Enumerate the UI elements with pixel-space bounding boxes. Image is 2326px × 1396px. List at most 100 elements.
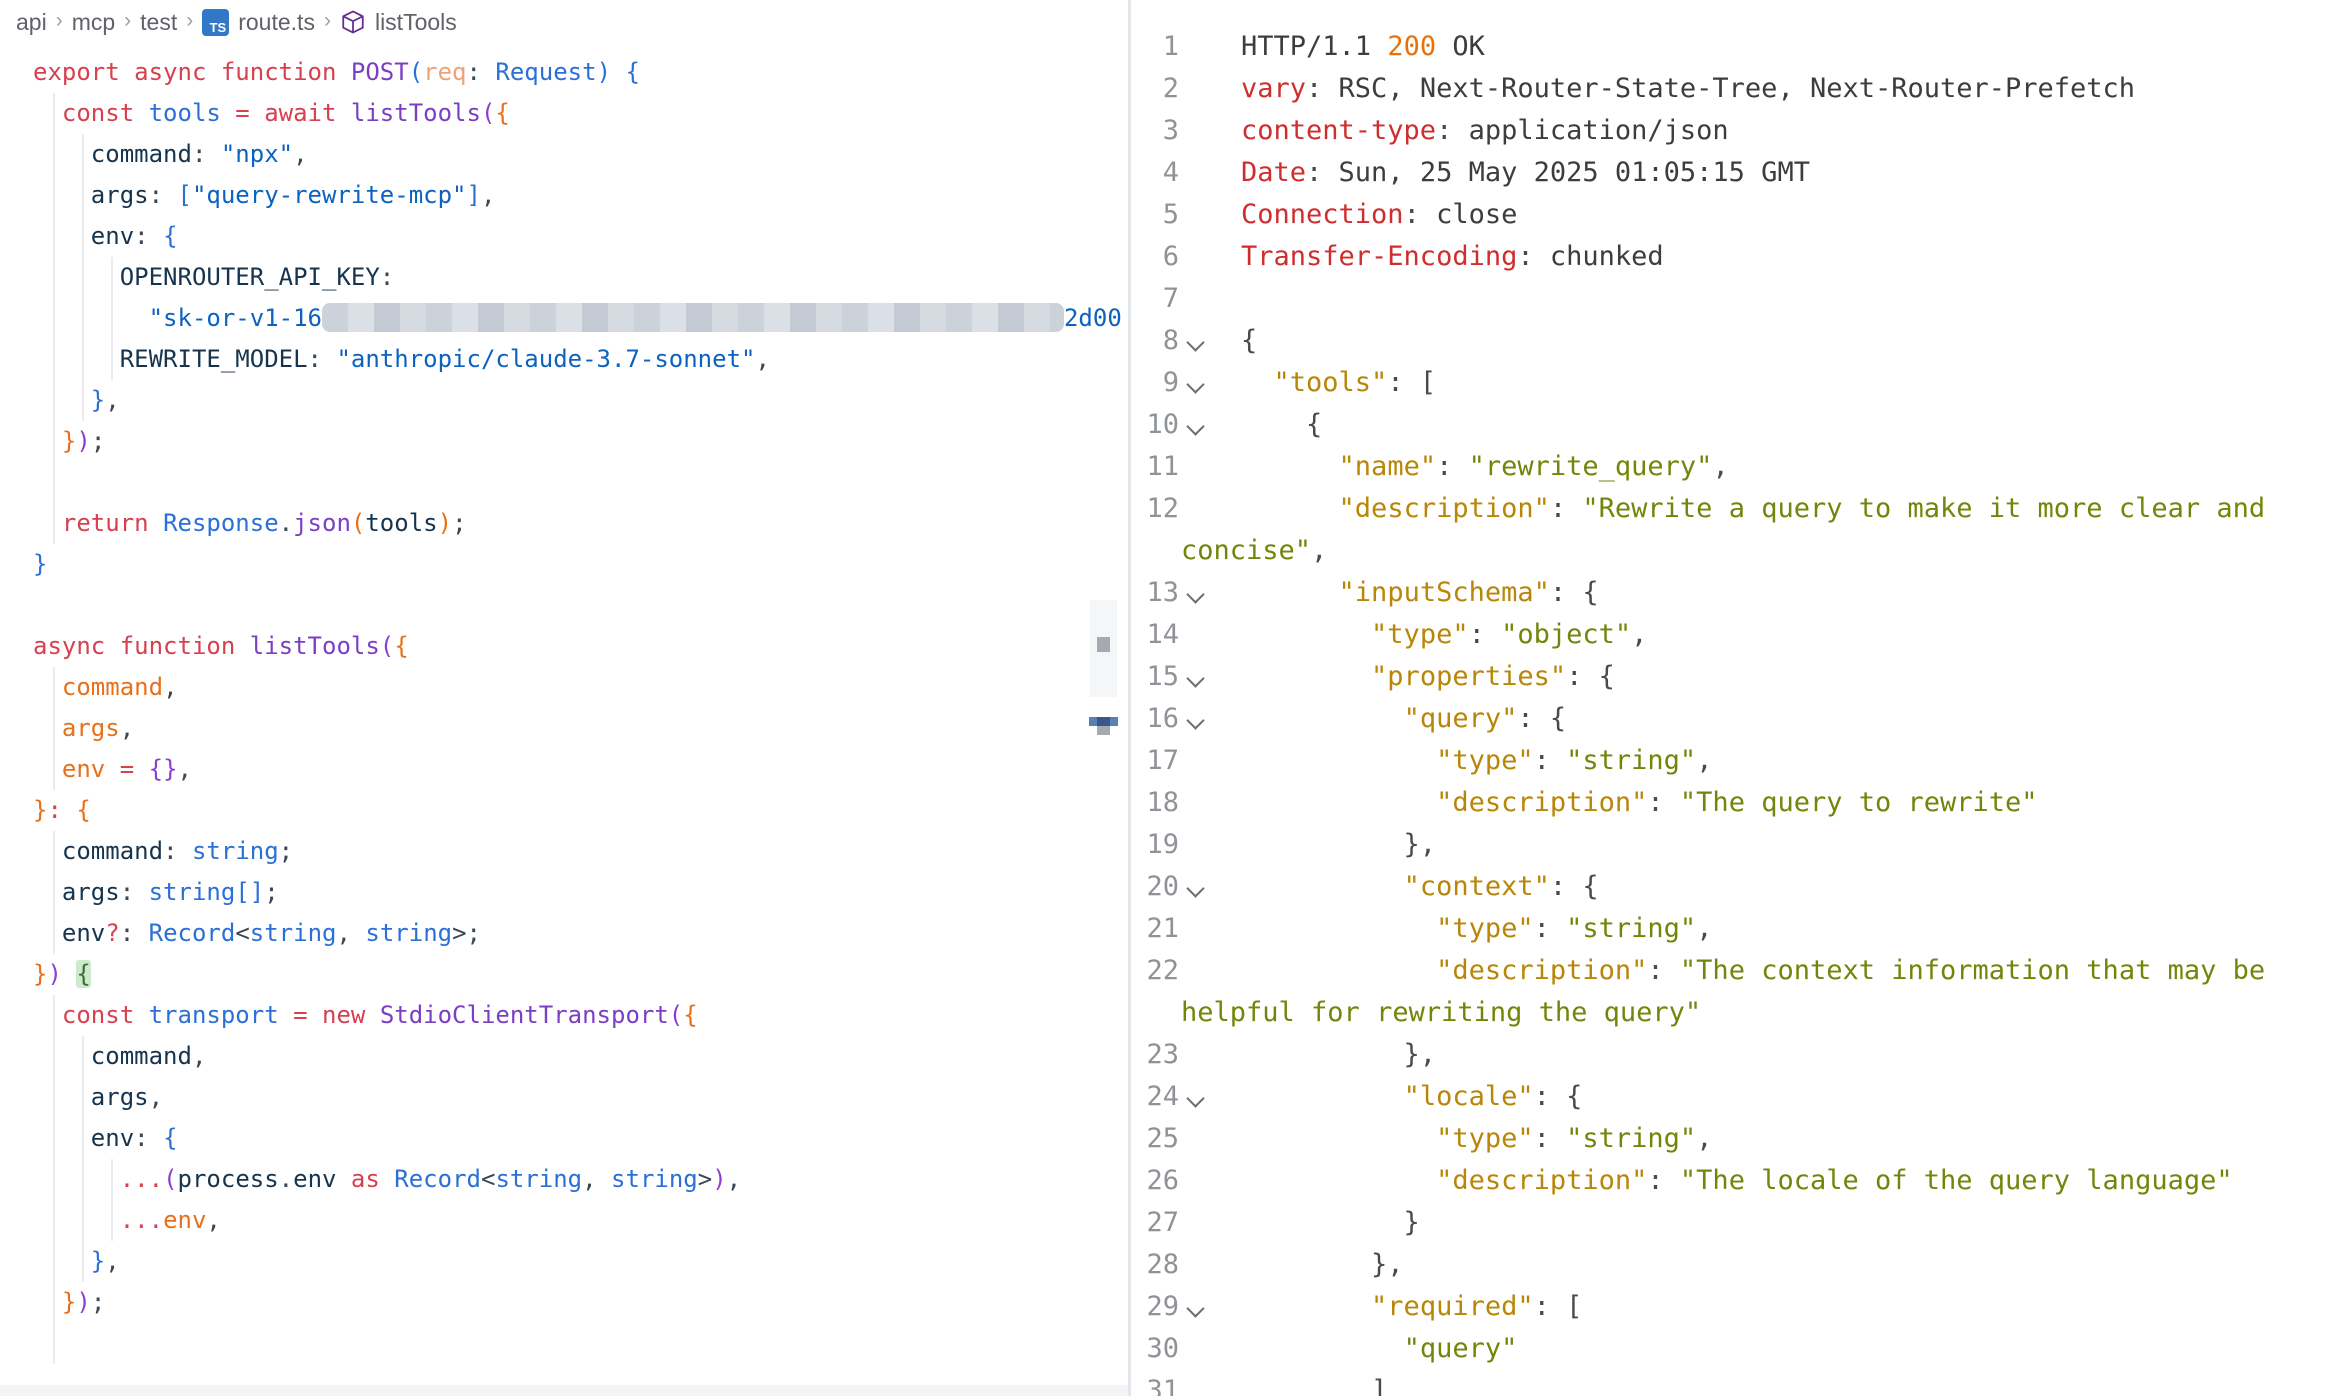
response-line-content: content-type: application/json [1241,110,2326,152]
code-line[interactable]: const transport = new StdioClientTranspo… [33,995,1128,1036]
code-editor[interactable]: export async function POST(req: Request)… [0,44,1128,1364]
indent-guide [82,298,84,339]
response-row: 1HTTP/1.1 200 OK [1131,26,2326,68]
indent-guide [53,339,55,380]
typescript-file-icon: TS [202,9,229,36]
code-line[interactable]: }, [33,380,1128,421]
code-line[interactable]: }: { [33,790,1128,831]
scrollbar-thumb[interactable] [1097,637,1110,652]
code-line[interactable]: }, [33,1241,1128,1282]
code-line[interactable]: args: string[]; [33,872,1128,913]
response-line-content: } [1241,1202,2326,1244]
response-line-content: vary: RSC, Next-Router-State-Tree, Next-… [1241,68,2326,110]
indent-guide [53,1200,55,1241]
fold-column [1179,488,1241,530]
breadcrumb-separator: › [56,9,63,33]
code-line[interactable] [33,585,1128,626]
redacted-api-key [322,303,1064,332]
breadcrumb-item-file[interactable]: route.ts [238,9,315,36]
indent-guide [53,462,55,503]
code-line[interactable]: env: { [33,216,1128,257]
code-line[interactable]: args: ["query-rewrite-mcp"], [33,175,1128,216]
fold-column [1179,908,1241,950]
response-line-content: "name": "rewrite_query", [1241,446,2326,488]
line-number: 15 [1131,656,1179,698]
response-row: 5Connection: close [1131,194,2326,236]
fold-column [1179,236,1241,278]
chevron-down-icon[interactable] [1186,333,1204,351]
line-number: 6 [1131,236,1179,278]
code-line[interactable]: args, [33,1077,1128,1118]
code-line[interactable]: OPENROUTER_API_KEY: [33,257,1128,298]
indent-guide [53,298,55,339]
response-line-content: ] [1241,1370,2326,1396]
response-row: 9 "tools": [ [1131,362,2326,404]
code-line[interactable]: export async function POST(req: Request)… [33,52,1128,93]
response-line-content: "tools": [ [1241,362,2326,404]
breadcrumb-item-test[interactable]: test [140,9,177,36]
code-line[interactable]: }) { [33,954,1128,995]
line-number: 17 [1131,740,1179,782]
breadcrumb-item-mcp[interactable]: mcp [72,9,115,36]
chevron-down-icon[interactable] [1186,417,1204,435]
indent-guide [53,175,55,216]
indent-guide [53,913,55,954]
fold-column [1179,1076,1241,1118]
chevron-down-icon[interactable] [1186,375,1204,393]
code-line[interactable]: return Response.json(tools); [33,503,1128,544]
chevron-down-icon[interactable] [1186,1089,1204,1107]
fold-column [1179,1244,1241,1286]
code-line[interactable]: ...(process.env as Record<string, string… [33,1159,1128,1200]
response-row: 11 "name": "rewrite_query", [1131,446,2326,488]
breadcrumb-item-symbol[interactable]: listTools [375,9,457,36]
code-line[interactable]: command: "npx", [33,134,1128,175]
code-line[interactable]: env: { [33,1118,1128,1159]
line-number: 14 [1131,614,1179,656]
scrollbar-cursor-marker-grip [1097,726,1110,735]
code-line[interactable]: REWRITE_MODEL: "anthropic/claude-3.7-son… [33,339,1128,380]
code-line[interactable] [33,462,1128,503]
horizontal-scrollbar[interactable] [0,1385,1128,1396]
fold-column [1179,194,1241,236]
breadcrumb-item-api[interactable]: api [16,9,47,36]
chevron-down-icon[interactable] [1186,711,1204,729]
code-line[interactable]: const tools = await listTools({ [33,93,1128,134]
code-line[interactable]: args, [33,708,1128,749]
chevron-down-icon[interactable] [1186,1299,1204,1317]
indent-guide [53,1118,55,1159]
response-line-content: HTTP/1.1 200 OK [1241,26,2326,68]
response-wrapped-line: helpful for rewriting the query" [1131,992,2326,1034]
code-line[interactable]: } [33,544,1128,585]
fold-column [1179,1286,1241,1328]
code-line[interactable]: command, [33,1036,1128,1077]
code-line[interactable]: command: string; [33,831,1128,872]
fold-column [1179,698,1241,740]
response-line-content: { [1241,320,2326,362]
fold-column [1179,656,1241,698]
chevron-down-icon[interactable] [1186,585,1204,603]
code-line[interactable]: async function listTools({ [33,626,1128,667]
code-line[interactable]: }); [33,421,1128,462]
chevron-down-icon[interactable] [1186,879,1204,897]
code-line[interactable] [33,1323,1128,1364]
fold-column [1179,1118,1241,1160]
chevron-down-icon[interactable] [1186,669,1204,687]
code-line[interactable]: env = {}, [33,749,1128,790]
response-row: 4Date: Sun, 25 May 2025 01:05:15 GMT [1131,152,2326,194]
code-line[interactable]: }); [33,1282,1128,1323]
line-number: 21 [1131,908,1179,950]
line-number: 18 [1131,782,1179,824]
code-line[interactable]: command, [33,667,1128,708]
code-line[interactable]: "sk-or-v1-162d00 [33,298,1128,339]
code-line[interactable]: ...env, [33,1200,1128,1241]
response-row: 27 } [1131,1202,2326,1244]
response-row: 25 "type": "string", [1131,1118,2326,1160]
indent-guide [53,1077,55,1118]
response-line-content: "context": { [1241,866,2326,908]
response-row: 22 "description": "The context informati… [1131,950,2326,992]
code-line[interactable]: env?: Record<string, string>; [33,913,1128,954]
response-row: 3content-type: application/json [1131,110,2326,152]
fold-column [1179,614,1241,656]
symbol-structure-icon [340,9,366,35]
response-line-content: "description": "Rewrite a query to make … [1241,488,2326,530]
